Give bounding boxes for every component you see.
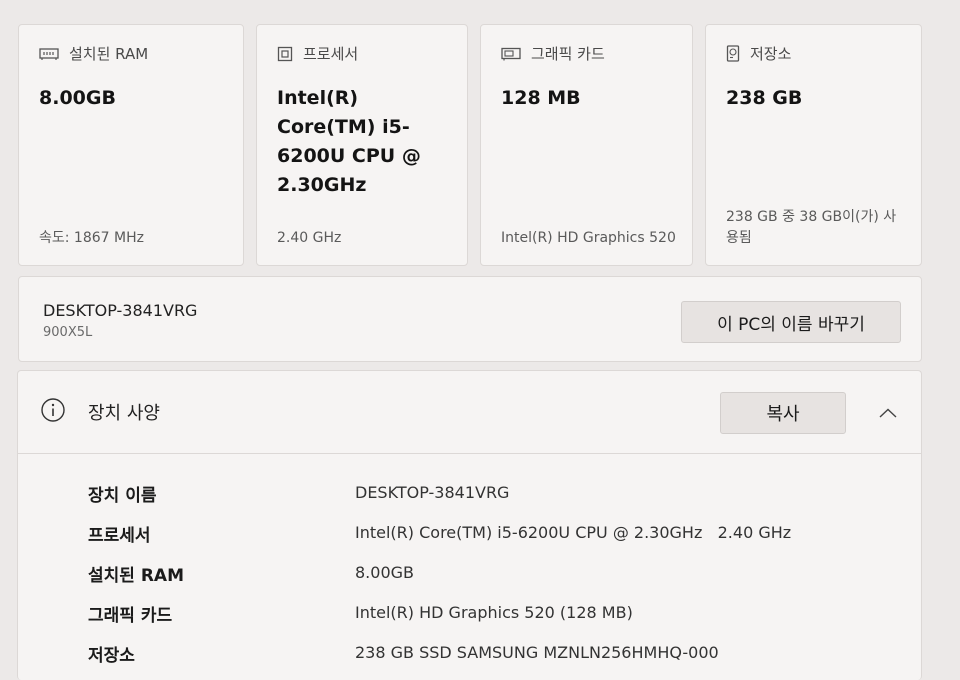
processor-card-value: Intel(R) Core(TM) i5-6200U CPU @ 2.30GHz (277, 87, 421, 196)
graphics-card-card: 그래픽 카드 128 MB Intel(R) HD Graphics 520 (480, 24, 693, 266)
storage-card-header: 저장소 (726, 43, 901, 64)
device-specs-list: 장치 이름 DESKTOP-3841VRG 프로세서 Intel(R) Core… (18, 475, 921, 675)
ram-card-header: 설치된 RAM (39, 43, 223, 64)
spec-value: Intel(R) Core(TM) i5-6200U CPU @ 2.30GHz… (355, 523, 792, 542)
spec-row-storage: 저장소 238 GB SSD SAMSUNG MZNLN256HMHQ-000 (18, 635, 921, 675)
storage-card-value: 238 GB (726, 87, 803, 109)
graphics-card-header: 그래픽 카드 (501, 43, 672, 64)
storage-card-usage: 238 GB 중 38 GB이(가) 사용됨 (726, 209, 897, 246)
spec-value: Intel(R) HD Graphics 520 (128 MB) (355, 603, 633, 622)
rename-pc-button[interactable]: 이 PC의 이름 바꾸기 (681, 301, 901, 343)
pc-name: DESKTOP-3841VRG (43, 301, 198, 320)
spec-row-graphics: 그래픽 카드 Intel(R) HD Graphics 520 (128 MB) (18, 595, 921, 635)
ram-card: 설치된 RAM 8.00GB 속도: 1867 MHz (18, 24, 244, 266)
ram-card-value: 8.00GB (39, 87, 116, 109)
processor-card-header: 프로세서 (277, 43, 447, 64)
spec-value: 238 GB SSD SAMSUNG MZNLN256HMHQ-000 (355, 643, 719, 662)
processor-card: 프로세서 Intel(R) Core(TM) i5-6200U CPU @ 2.… (256, 24, 468, 266)
spec-row-device-name: 장치 이름 DESKTOP-3841VRG (18, 475, 921, 515)
pc-model: 900X5L (43, 325, 93, 340)
spec-label: 설치된 RAM (88, 566, 185, 586)
storage-card: 저장소 238 GB 238 GB 중 38 GB이(가) 사용됨 (705, 24, 922, 266)
device-specs-title: 장치 사양 (88, 403, 160, 424)
spec-label: 장치 이름 (88, 486, 157, 506)
ram-card-title: 설치된 RAM (69, 45, 149, 63)
ram-card-speed: 속도: 1867 MHz (39, 230, 144, 246)
device-specs-section: 장치 사양 복사 장치 이름 DESKTOP-3841VRG 프로세서 Inte… (17, 370, 922, 680)
copy-button[interactable]: 복사 (720, 392, 846, 434)
graphics-card-model: Intel(R) HD Graphics 520 (501, 230, 676, 246)
processor-card-title: 프로세서 (303, 45, 359, 63)
storage-card-title: 저장소 (750, 45, 792, 63)
processor-icon (277, 46, 293, 61)
spec-label: 프로세서 (88, 526, 151, 546)
graphics-card-title: 그래픽 카드 (531, 45, 605, 63)
ram-icon (39, 47, 59, 60)
info-icon (41, 398, 65, 422)
chevron-up-icon (879, 408, 897, 418)
storage-icon (726, 45, 740, 62)
collapse-button[interactable] (874, 399, 902, 427)
spec-label: 저장소 (88, 646, 135, 666)
spec-value: 8.00GB (355, 563, 414, 582)
pc-name-card: DESKTOP-3841VRG 900X5L 이 PC의 이름 바꾸기 (18, 276, 922, 362)
device-specs-header[interactable]: 장치 사양 복사 (18, 371, 921, 454)
processor-card-speed: 2.40 GHz (277, 230, 342, 246)
spec-row-processor: 프로세서 Intel(R) Core(TM) i5-6200U CPU @ 2.… (18, 515, 921, 555)
spec-label: 그래픽 카드 (88, 606, 173, 626)
spec-row-ram: 설치된 RAM 8.00GB (18, 555, 921, 595)
graphics-card-icon (501, 47, 521, 60)
graphics-card-value: 128 MB (501, 87, 581, 109)
spec-value: DESKTOP-3841VRG (355, 483, 510, 502)
